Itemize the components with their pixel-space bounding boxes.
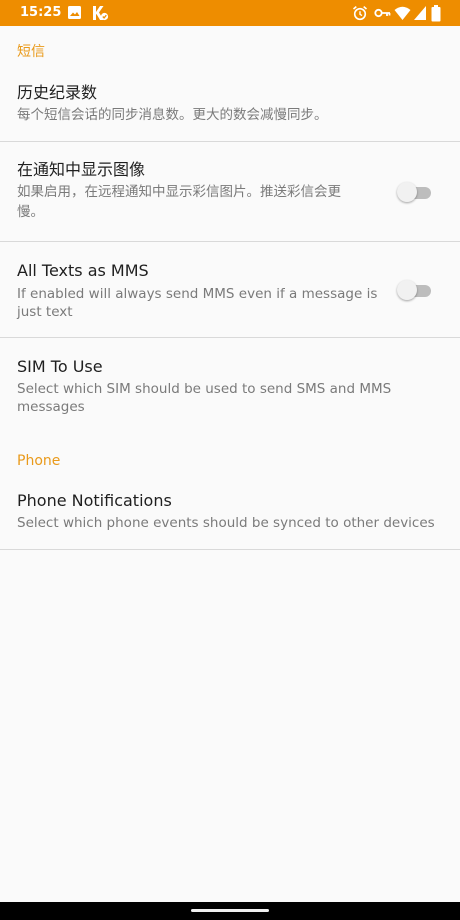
pref-summary-line-1: 如果启用，在远程通知中显示彩信图片。推送彩信会更 <box>17 184 341 200</box>
navigation-bar <box>0 902 460 920</box>
image-icon <box>67 5 82 21</box>
key-icon <box>374 5 391 21</box>
pref-sim-to-use[interactable]: SIM To Use Select which SIM should be us… <box>0 338 460 424</box>
all-texts-as-mms-switch[interactable] <box>397 280 433 302</box>
signal-icon <box>413 5 427 21</box>
pref-summary: 每个短信会话的同步消息数。更大的数会减慢同步。 <box>17 107 328 123</box>
section-header-phone: Phone <box>17 453 61 469</box>
pref-title: All Texts as MMS <box>17 261 149 280</box>
pref-history-count[interactable]: 历史纪录数 每个短信会话的同步消息数。更大的数会减慢同步。 <box>0 74 460 141</box>
pref-title: 在通知中显示图像 <box>17 160 146 179</box>
alarm-icon <box>352 5 368 21</box>
wifi-icon <box>394 5 411 21</box>
home-gesture-handle[interactable] <box>191 909 269 912</box>
battery-icon <box>431 5 441 22</box>
section-header-sms: 短信 <box>17 44 45 60</box>
pref-all-texts-as-mms[interactable]: All Texts as MMS If enabled will always … <box>0 242 460 337</box>
switch-thumb <box>397 280 417 300</box>
pref-summary: Select which phone events should be sync… <box>17 515 435 531</box>
status-time: 15:25 <box>20 5 62 20</box>
pref-summary-line-2: messages <box>17 399 85 415</box>
pref-summary-line-1: Select which SIM should be used to send … <box>17 381 392 397</box>
pref-summary-line-1: If enabled will always send MMS even if … <box>17 286 378 302</box>
pref-title: 历史纪录数 <box>17 83 98 102</box>
k-notification-icon <box>91 5 109 21</box>
pref-summary-line-2: 慢。 <box>17 204 44 220</box>
pref-show-images-in-notification[interactable]: 在通知中显示图像 如果启用，在远程通知中显示彩信图片。推送彩信会更 慢。 <box>0 142 460 241</box>
pref-phone-notifications[interactable]: Phone Notifications Select which phone e… <box>0 481 460 549</box>
switch-thumb <box>397 182 417 202</box>
pref-summary-line-2: just text <box>17 304 73 320</box>
pref-title: SIM To Use <box>17 357 103 376</box>
status-bar: 15:25 <box>0 0 460 26</box>
pref-title: Phone Notifications <box>17 491 172 510</box>
show-images-switch[interactable] <box>397 182 433 204</box>
divider <box>0 549 460 550</box>
